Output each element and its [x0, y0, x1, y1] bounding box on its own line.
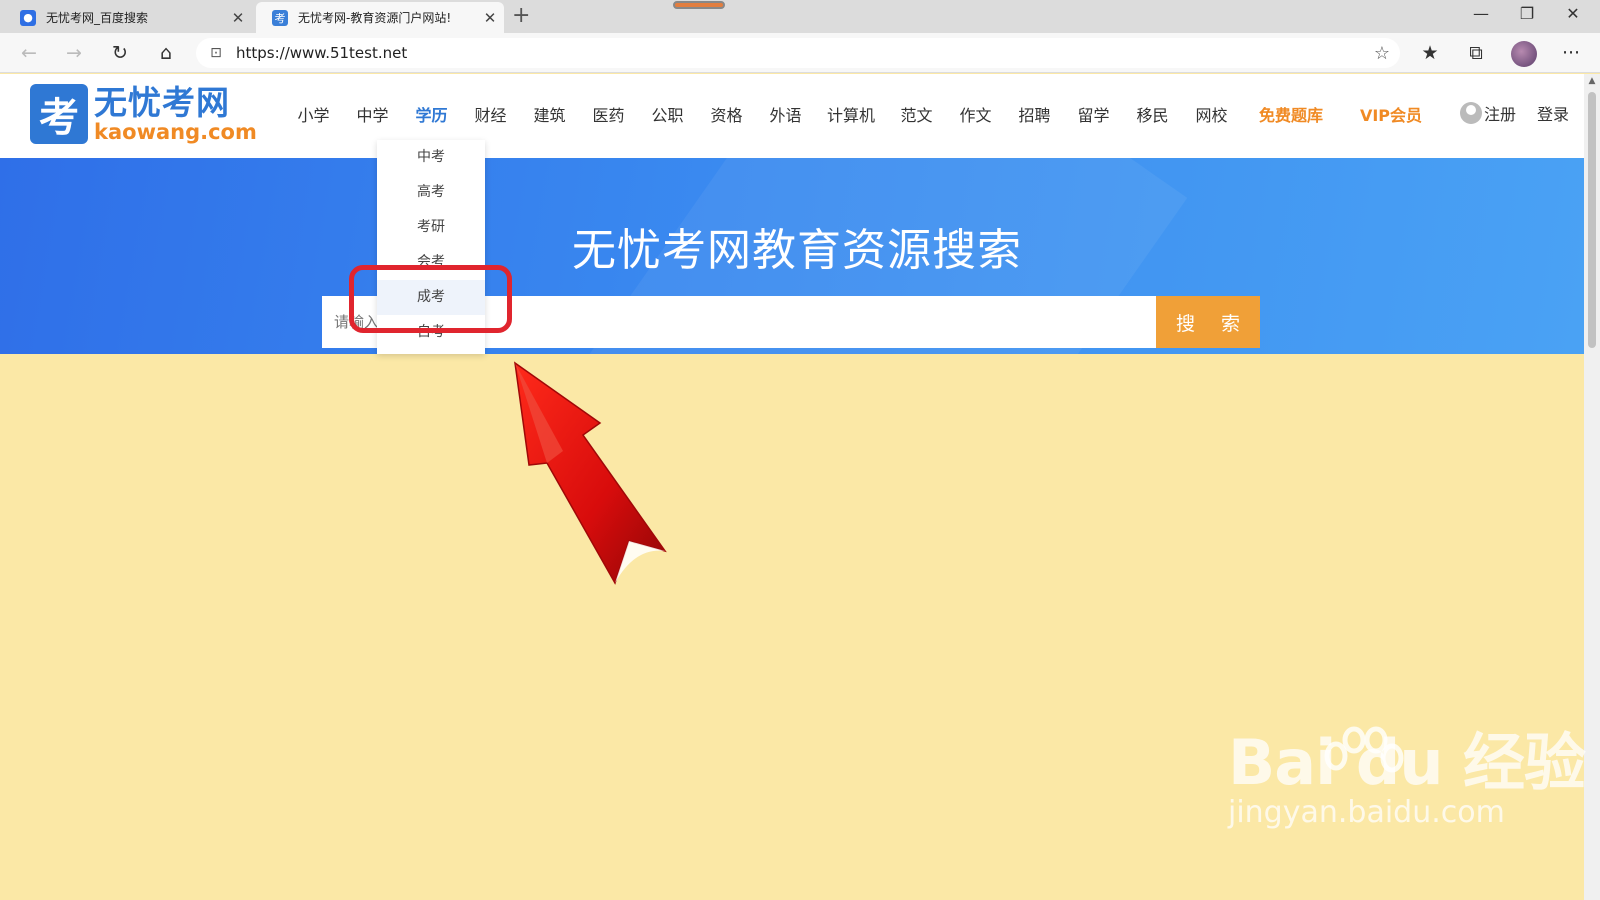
- kaowang-favicon-icon: 考: [272, 9, 288, 26]
- menu-item[interactable]: 公职: [638, 102, 697, 126]
- main-menu: 小学 中学 学历 财经 建筑 医药 公职 资格 外语 计算机 范文 作文 招聘 …: [284, 102, 1441, 126]
- tab-baidu-search[interactable]: ● 无忧考网_百度搜索 ✕: [4, 2, 252, 33]
- register-label: 注册: [1484, 105, 1517, 124]
- menu-item-vip[interactable]: VIP会员: [1341, 102, 1441, 126]
- search-button[interactable]: 搜 索: [1156, 296, 1260, 348]
- logo-mark: 考: [30, 84, 88, 144]
- watermark-brand: Bai du 经验: [1228, 726, 1586, 799]
- scroll-up-icon[interactable]: ▲: [1584, 76, 1600, 86]
- profile-avatar[interactable]: [1511, 41, 1537, 67]
- search-banner: 无忧考网教育资源搜索 搜 索: [0, 158, 1584, 354]
- login-link[interactable]: 登录: [1537, 101, 1569, 125]
- address-bar[interactable]: ⊡ https://www.51test.net ☆: [196, 38, 1400, 68]
- lock-icon[interactable]: ⊡: [196, 45, 236, 61]
- menu-item[interactable]: 财经: [461, 102, 520, 126]
- logo-domain: kaowang.com: [94, 120, 257, 144]
- more-icon[interactable]: ···: [1555, 39, 1587, 67]
- menu-item-free-questions[interactable]: 免费题库: [1241, 102, 1341, 126]
- home-icon[interactable]: ⌂: [150, 39, 182, 67]
- banner-title: 无忧考网教育资源搜索: [572, 225, 1022, 276]
- menu-item[interactable]: 移民: [1123, 102, 1182, 126]
- site-logo[interactable]: 考 无忧考网 kaowang.com: [30, 84, 257, 144]
- baidu-favicon-icon: ●: [20, 9, 36, 26]
- tab-title: 无忧考网_百度搜索: [46, 11, 149, 25]
- tab-51test[interactable]: 考 无忧考网-教育资源门户网站! ✕: [256, 2, 504, 33]
- url-text[interactable]: https://www.51test.net: [236, 44, 1364, 62]
- menu-item[interactable]: 小学: [284, 102, 343, 126]
- star-icon[interactable]: ☆: [1364, 43, 1400, 64]
- forward-icon[interactable]: →: [58, 39, 90, 67]
- close-window-button[interactable]: ✕: [1550, 4, 1596, 23]
- menu-item-active[interactable]: 学历: [402, 102, 461, 126]
- highlight-box: [349, 265, 512, 333]
- site-header: 考 无忧考网 kaowang.com 小学 中学 学历 财经 建筑 医药 公职 …: [0, 74, 1584, 158]
- watermark: Bai du 经验 jingyan.baidu.com: [1228, 726, 1586, 830]
- register-link[interactable]: 注册: [1460, 101, 1516, 125]
- menu-item[interactable]: 招聘: [1005, 102, 1064, 126]
- logo-name: 无忧考网: [94, 83, 230, 122]
- window-drag-handle[interactable]: [673, 1, 725, 9]
- favorites-icon[interactable]: ★: [1414, 39, 1446, 67]
- dropdown-item[interactable]: 考研: [377, 210, 485, 245]
- browser-toolbar: ← → ↻ ⌂ ⊡ https://www.51test.net ☆ ★ ⧉ ·…: [0, 33, 1600, 73]
- tab-title: 无忧考网-教育资源门户网站!: [298, 11, 452, 25]
- menu-item[interactable]: 资格: [697, 102, 756, 126]
- page-scrollbar[interactable]: ▲: [1584, 74, 1600, 900]
- menu-item[interactable]: 计算机: [815, 102, 887, 126]
- menu-item[interactable]: 建筑: [520, 102, 579, 126]
- red-arrow-annotation: [514, 361, 667, 585]
- tab-strip: ● 无忧考网_百度搜索 ✕ 考 无忧考网-教育资源门户网站! ✕ + — ❐ ✕: [0, 0, 1600, 33]
- new-tab-button[interactable]: +: [512, 4, 530, 28]
- menu-item[interactable]: 网校: [1182, 102, 1241, 126]
- collections-icon[interactable]: ⧉: [1460, 39, 1492, 67]
- close-tab-icon[interactable]: ✕: [224, 9, 252, 27]
- menu-item[interactable]: 作文: [946, 102, 1005, 126]
- watermark-url: jingyan.baidu.com: [1228, 795, 1505, 830]
- refresh-icon[interactable]: ↻: [104, 39, 136, 67]
- menu-item[interactable]: 留学: [1064, 102, 1123, 126]
- back-icon[interactable]: ←: [13, 39, 45, 67]
- dropdown-item[interactable]: 中考: [377, 140, 485, 175]
- dropdown-item[interactable]: 高考: [377, 175, 485, 210]
- close-tab-icon[interactable]: ✕: [476, 9, 504, 27]
- user-icon: [1460, 102, 1482, 124]
- minimize-button[interactable]: —: [1458, 4, 1504, 23]
- scroll-thumb[interactable]: [1588, 92, 1596, 348]
- menu-item[interactable]: 外语: [756, 102, 815, 126]
- menu-item[interactable]: 医药: [579, 102, 638, 126]
- menu-item[interactable]: 范文: [887, 102, 946, 126]
- menu-item[interactable]: 中学: [343, 102, 402, 126]
- restore-button[interactable]: ❐: [1504, 4, 1550, 23]
